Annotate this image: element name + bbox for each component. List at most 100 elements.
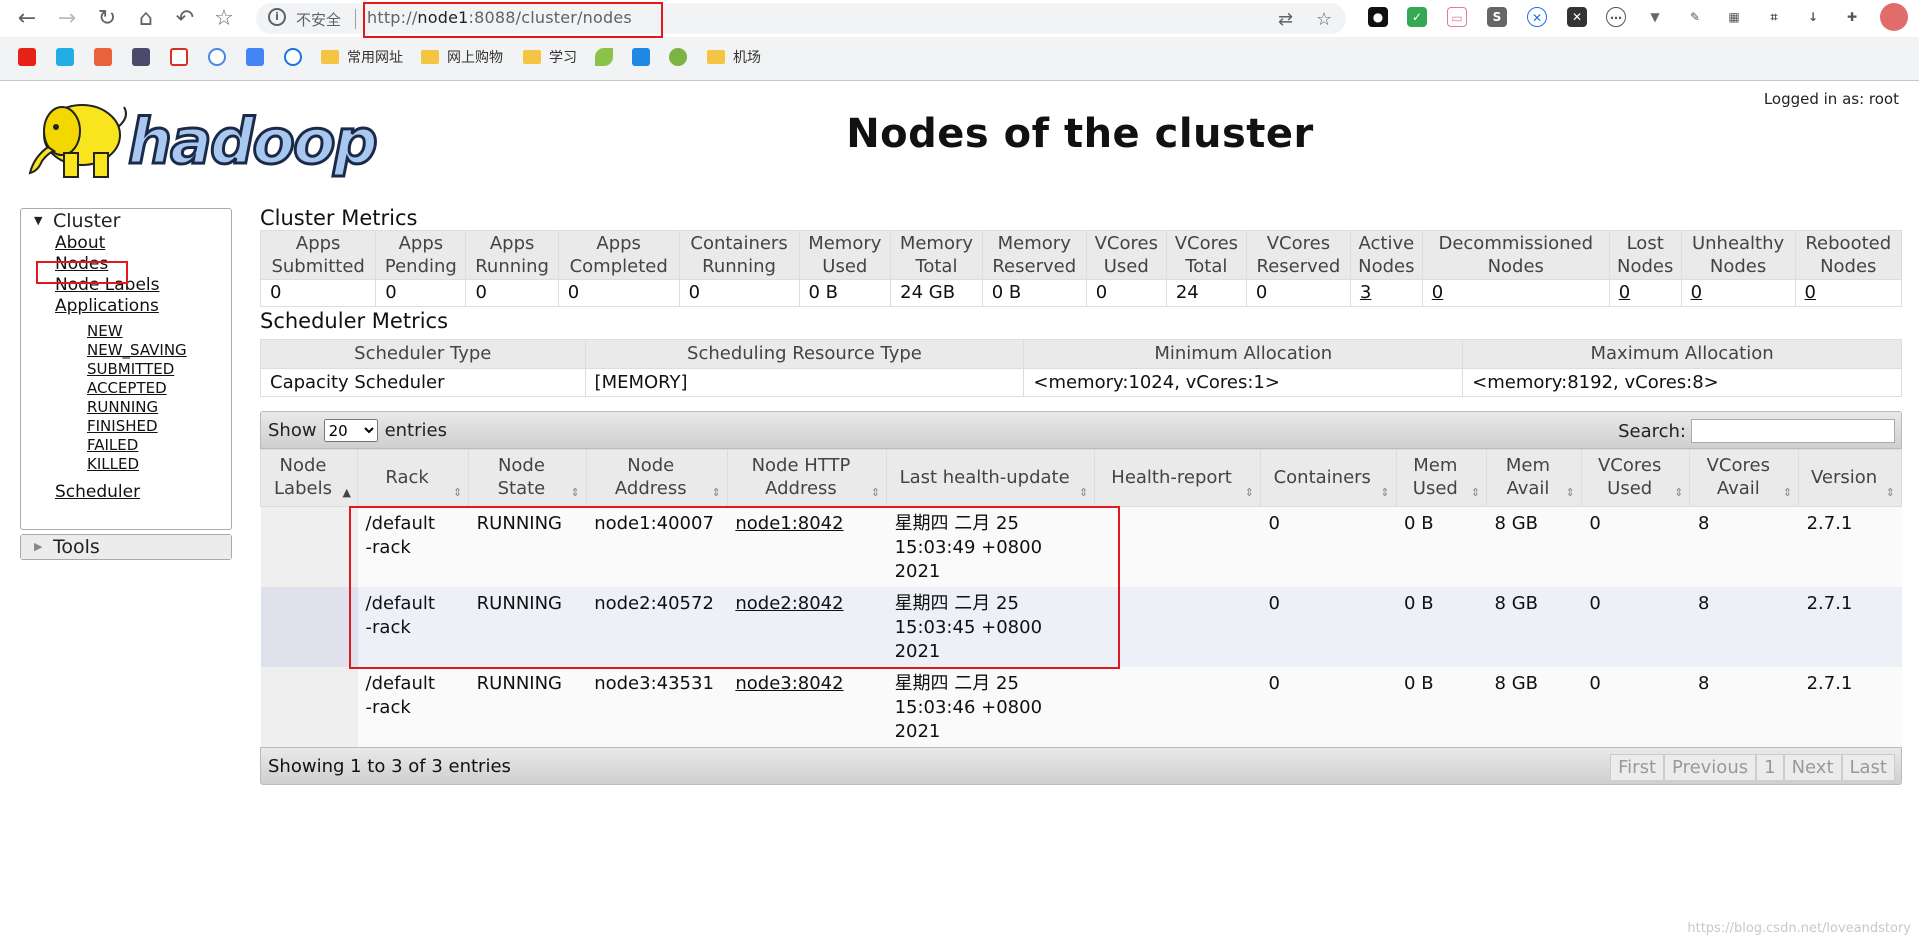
nodes-column-header[interactable]: Version ⇕ <box>1798 449 1902 507</box>
metric-value-link[interactable]: 0 <box>1619 282 1630 303</box>
pager-button[interactable]: Next <box>1783 754 1842 781</box>
metric-value-link[interactable]: 3 <box>1360 282 1371 303</box>
bookmark-translate[interactable] <box>246 46 272 68</box>
metric-value-text: 0 <box>475 282 487 303</box>
metric-value-link[interactable]: 0 <box>1691 282 1702 303</box>
cell-text: 0 <box>1268 513 1280 534</box>
hadoop-logo[interactable]: hadoop <box>20 87 392 183</box>
sort-both-icon: ⇕ <box>1470 486 1481 499</box>
bookmark-gmail[interactable] <box>170 46 196 68</box>
nodes-column-header[interactable]: Node Address ⇕ <box>585 449 728 507</box>
cluster-section-header[interactable]: ▼ Cluster <box>21 209 231 233</box>
cell-text: /default-rack <box>365 673 435 718</box>
pager-button[interactable]: 1 <box>1756 754 1784 781</box>
extension-s-icon[interactable]: S <box>1487 7 1507 27</box>
metric-value-link[interactable]: 0 <box>1432 282 1443 303</box>
reload-icon[interactable]: ↻ <box>92 4 122 32</box>
bookmark-p[interactable] <box>632 46 658 68</box>
show-label: Show <box>268 420 317 441</box>
cell-version: 2.7.1 <box>1798 667 1902 747</box>
pager-button[interactable]: Previous <box>1664 754 1757 781</box>
forward-icon[interactable]: → <box>52 4 82 32</box>
nodes-column-header[interactable]: Containers ⇕ <box>1259 449 1397 507</box>
sidebar-link-about[interactable]: About <box>21 233 231 254</box>
bookmark-avatar[interactable] <box>94 46 120 68</box>
cluster-metrics-value-row: 0 0 0 0 0 0 B 24 GB 0 B 0 24 0 3 0 0 0 0 <box>259 279 1903 307</box>
cell-text: 0 B <box>1404 593 1434 614</box>
back-icon[interactable]: ← <box>12 4 42 32</box>
tools-section: ▶ Tools <box>20 534 232 560</box>
translate-page-icon[interactable]: ⇄ <box>1278 9 1293 30</box>
nodes-column-header[interactable]: Mem Avail ⇕ <box>1486 449 1582 507</box>
home-icon[interactable]: ⌂ <box>131 4 161 32</box>
extension-x-icon[interactable]: ✕ <box>1527 7 1547 27</box>
bookmark-label: 常用网址 <box>347 50 403 66</box>
nodes-column-header[interactable]: Health-report ⇕ <box>1094 449 1261 507</box>
metric-header-line: Nodes <box>1358 256 1415 277</box>
metric-value-link[interactable]: 0 <box>1805 282 1816 303</box>
metric-header-line: Running <box>475 256 549 277</box>
nodes-column-header-line: Node HTTP <box>751 455 851 476</box>
sidebar-link-app-state[interactable]: NEW <box>21 322 231 341</box>
scheduler-metrics-header-row: Scheduler Type Scheduling Resource Type Mi… <box>260 339 1902 369</box>
metric-header-line: Lost <box>1626 233 1664 254</box>
extension-code-icon[interactable]: ⋯ <box>1606 7 1626 27</box>
bookmark-folder-shopping[interactable]: 网上购物 <box>421 46 503 68</box>
info-icon[interactable]: i <box>268 8 286 26</box>
undo-icon[interactable]: ↶ <box>170 4 200 32</box>
nodes-column-header[interactable]: VCores Avail ⇕ <box>1689 449 1800 507</box>
nodes-column-header[interactable]: Rack ⇕ <box>357 449 470 507</box>
sidebar-link-app-state[interactable]: NEW_SAVING <box>21 341 231 360</box>
node-http-link[interactable]: node3:8042 <box>735 673 843 694</box>
bookmark-anime[interactable] <box>132 46 158 68</box>
sidebar-link-app-state[interactable]: FAILED <box>21 436 231 455</box>
bookmark-folder-study[interactable]: 学习 <box>523 46 577 68</box>
pager-button[interactable]: Last <box>1841 754 1895 781</box>
sidebar-link-app-state[interactable]: KILLED <box>21 455 231 474</box>
bookmark-cloud[interactable] <box>208 46 234 68</box>
sidebar-link-app-state[interactable]: RUNNING <box>21 398 231 417</box>
nodes-column-header[interactable]: Node State ⇕ <box>468 449 587 507</box>
sidebar-link-app-state[interactable]: SUBMITTED <box>21 360 231 379</box>
bookmark-star-icon[interactable]: ☆ <box>209 4 239 32</box>
sidebar-link-applications[interactable]: Applications <box>21 296 231 317</box>
sidebar-link-app-state[interactable]: ACCEPTED <box>21 379 231 398</box>
bookmark-folder-airport[interactable]: 机场 <box>707 46 761 68</box>
extension-ghost-icon[interactable]: ● <box>1368 7 1388 27</box>
bookmark-youtube[interactable] <box>18 46 44 68</box>
nodes-column-header[interactable]: Node HTTP Address ⇕ <box>726 449 888 507</box>
favorite-star-icon[interactable]: ☆ <box>1316 9 1332 30</box>
metric-value: 0 B <box>798 279 892 307</box>
profile-avatar-icon[interactable] <box>1880 3 1908 31</box>
sidebar-link-app-state[interactable]: FINISHED <box>21 417 231 436</box>
x-circle-icon <box>284 48 302 66</box>
nodes-column-header[interactable]: Last health-update ⇕ <box>886 449 1096 507</box>
extension-v-icon[interactable]: ▼ <box>1645 7 1665 27</box>
nodes-column-header[interactable]: Node Labels ▲ <box>259 449 359 507</box>
extension-grid-icon[interactable]: ▦ <box>1724 7 1744 27</box>
page-length-select[interactable]: 20 <box>323 419 378 442</box>
metric-value: 0 <box>1794 279 1903 307</box>
cell-containers: 0 <box>1260 667 1397 747</box>
extension-tv-icon[interactable]: ▭ <box>1447 7 1467 27</box>
bookmark-bilibili[interactable] <box>56 46 82 68</box>
search-input[interactable] <box>1691 419 1895 443</box>
puzzle-icon[interactable]: ✚ <box>1842 7 1862 27</box>
tools-section-header[interactable]: ▶ Tools <box>21 535 231 559</box>
bookmark-lime[interactable] <box>669 46 695 68</box>
pager-button[interactable]: First <box>1610 754 1665 781</box>
metric-value-text: 0 <box>1255 282 1268 303</box>
bookmark-x[interactable] <box>284 46 310 68</box>
bookmark-leaf[interactable] <box>595 46 621 68</box>
nodes-column-header[interactable]: Mem Used ⇕ <box>1395 449 1488 507</box>
extension-shield-icon[interactable]: ✓ <box>1407 7 1427 27</box>
extension-xmark-icon[interactable]: ✕ <box>1567 7 1587 27</box>
sidebar-link-scheduler[interactable]: Scheduler <box>21 482 231 503</box>
download-icon[interactable]: ↓ <box>1803 7 1823 27</box>
extension-tool-icon[interactable]: ✎ <box>1685 7 1705 27</box>
page-title: Nodes of the cluster <box>846 111 1314 157</box>
extension-crop-icon[interactable]: ⌗ <box>1764 7 1784 27</box>
cell-text: 8 <box>1697 593 1710 614</box>
nodes-column-header[interactable]: VCores Used ⇕ <box>1580 449 1691 507</box>
bookmark-folder-common[interactable]: 常用网址 <box>321 46 403 68</box>
